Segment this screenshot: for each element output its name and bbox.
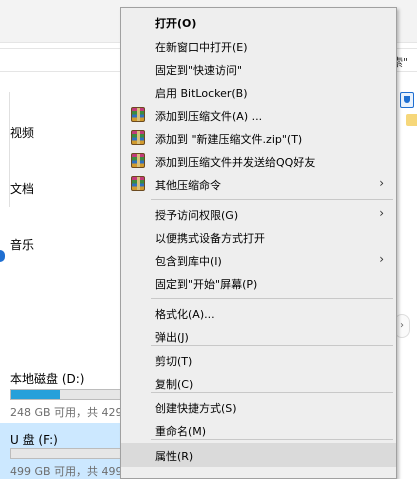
menu-item-label: 以便携式设备方式打开 [155, 232, 265, 245]
menu-item-label: 格式化(A)... [155, 308, 215, 321]
menu-item-label: 添加到压缩文件并发送给QQ好友 [155, 156, 316, 169]
menu-item-pin-quick-access[interactable]: 固定到"快速访问" [121, 58, 396, 80]
winrar-icon [131, 130, 145, 145]
menu-item-label: 添加到压缩文件(A) ... [155, 110, 263, 123]
menu-item-format[interactable]: 格式化(A)... [121, 302, 396, 324]
menu-separator [151, 439, 393, 440]
menu-item-label: 重命名(M) [155, 425, 207, 438]
winrar-icon [131, 176, 145, 191]
menu-separator [151, 392, 393, 393]
menu-item-copy[interactable]: 复制(C) [121, 372, 396, 394]
menu-item-label: 其他压缩命令 [155, 179, 221, 192]
drive-d-usage-bar [10, 389, 126, 400]
menu-item-archive-send-qq[interactable]: 添加到压缩文件并发送给QQ好友 [121, 150, 396, 172]
menu-item-add-to-archive[interactable]: 添加到压缩文件(A) ... [121, 104, 396, 126]
menu-item-label: 打开(O) [155, 17, 197, 30]
nav-pane-divider [0, 92, 10, 207]
winrar-icon [131, 107, 145, 122]
menu-item-label: 剪切(T) [155, 355, 193, 368]
menu-item-pin-start[interactable]: 固定到"开始"屏幕(P) [121, 272, 396, 294]
menu-item-open-new-window[interactable]: 在新窗口中打开(E) [121, 35, 396, 57]
drive-d-space: 248 GB 可用，共 429 [10, 406, 123, 419]
menu-separator [151, 345, 393, 346]
chevron-right-icon: › [379, 206, 384, 220]
shield-icon [400, 92, 414, 108]
music-icon [0, 250, 5, 262]
menu-item-open[interactable]: 打开(O) [121, 11, 396, 33]
menu-item-give-access[interactable]: 授予访问权限(G) › [121, 203, 396, 225]
menu-item-eject[interactable]: 弹出(J) [121, 325, 396, 347]
drive-f-name: U 盘 (F:) [10, 433, 58, 447]
chevron-right-icon: › [379, 252, 384, 266]
drive-f-usage-bar [10, 448, 126, 459]
drive-d[interactable]: 本地磁盘 (D:) 248 GB 可用，共 429 [0, 362, 126, 422]
menu-item-add-to-zip[interactable]: 添加到 "新建压缩文件.zip"(T) [121, 127, 396, 149]
menu-item-include-library[interactable]: 包含到库中(I) › [121, 249, 396, 271]
menu-item-cut[interactable]: 剪切(T) [121, 349, 396, 371]
context-menu: 打开(O) 在新窗口中打开(E) 固定到"快速访问" 启用 BitLocker(… [120, 7, 397, 479]
nav-item-documents[interactable]: 文档 [10, 180, 34, 197]
menu-item-label: 包含到库中(I) [155, 255, 222, 268]
nav-item-videos[interactable]: 视频 [10, 124, 34, 141]
menu-item-label: 弹出(J) [155, 331, 189, 344]
menu-item-label: 属性(R) [155, 450, 194, 463]
menu-item-label: 在新窗口中打开(E) [155, 41, 248, 54]
menu-separator [151, 199, 393, 200]
menu-item-create-shortcut[interactable]: 创建快捷方式(S) [121, 396, 396, 418]
menu-item-rename[interactable]: 重命名(M) [121, 419, 396, 441]
menu-item-bitlocker[interactable]: 启用 BitLocker(B) [121, 81, 396, 103]
drive-d-usage-fill [11, 390, 61, 399]
menu-item-label: 启用 BitLocker(B) [155, 87, 248, 100]
menu-item-open-portable[interactable]: 以便携式设备方式打开 [121, 226, 396, 248]
menu-item-label: 固定到"快速访问" [155, 64, 243, 77]
menu-item-label: 创建快捷方式(S) [155, 402, 237, 415]
drive-d-name: 本地磁盘 (D:) [10, 372, 85, 386]
chevron-right-icon: › [379, 176, 384, 190]
menu-item-label: 复制(C) [155, 378, 194, 391]
nav-item-music[interactable]: 音乐 [10, 236, 34, 253]
menu-item-label: 授予访问权限(G) [155, 209, 239, 222]
menu-item-other-compress[interactable]: 其他压缩命令 › [121, 173, 396, 195]
menu-item-label: 固定到"开始"屏幕(P) [155, 278, 258, 291]
menu-separator [151, 298, 393, 299]
menu-item-label: 添加到 "新建压缩文件.zip"(T) [155, 133, 303, 146]
folder-icon [406, 114, 417, 126]
winrar-icon [131, 153, 145, 168]
drive-f[interactable]: U 盘 (F:) 499 GB 可用，共 499 GB [0, 423, 142, 479]
menu-item-properties[interactable]: 属性(R) [121, 443, 396, 467]
